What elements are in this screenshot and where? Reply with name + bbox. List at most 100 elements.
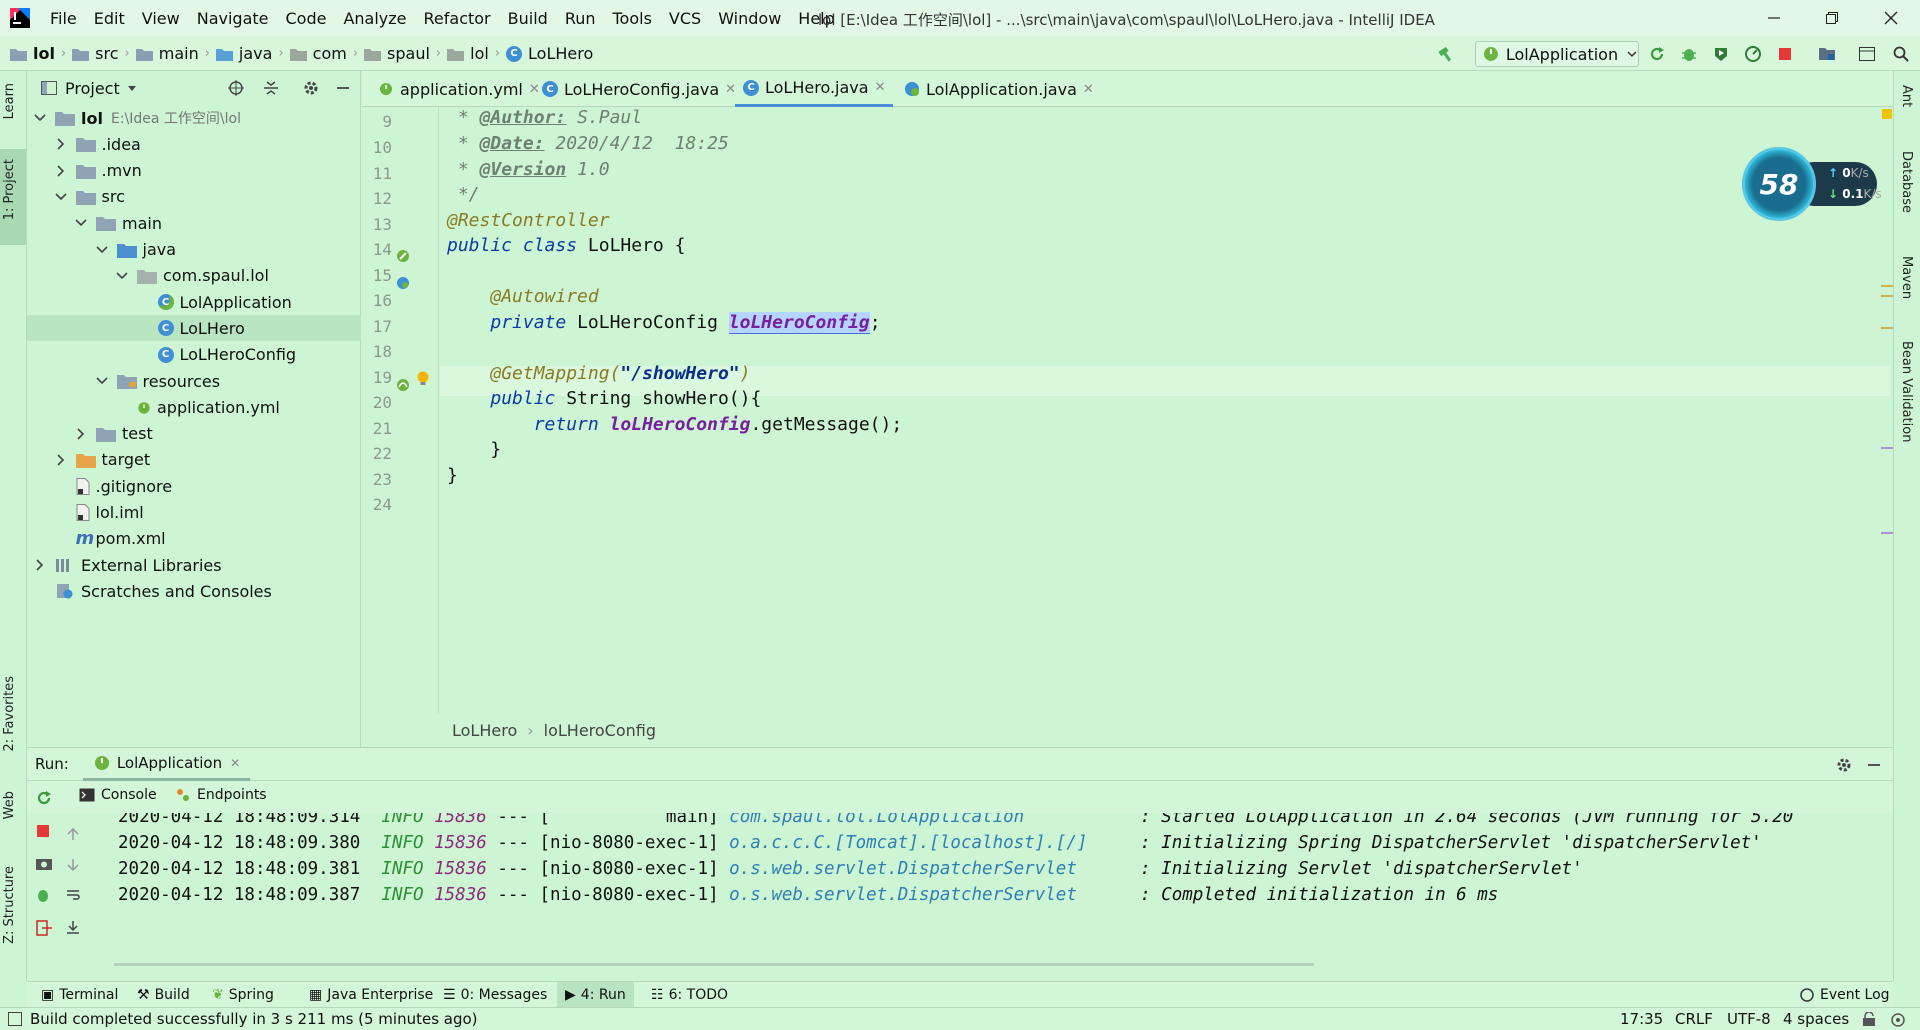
crumb-src[interactable]: src ›: [72, 36, 136, 71]
chevron-down-icon[interactable]: [54, 190, 68, 204]
tool-tab-spring[interactable]: ❦ Spring: [212, 982, 274, 1008]
crumb-java[interactable]: java ›: [215, 36, 290, 71]
profiler-icon[interactable]: [1744, 45, 1762, 63]
scroll-to-end-icon[interactable]: [65, 919, 81, 935]
tool-tab-terminal[interactable]: ▣ Terminal: [41, 982, 118, 1008]
tree-item[interactable]: C LolApplication: [27, 289, 361, 315]
chevron-down-icon[interactable]: [115, 269, 129, 283]
chevron-right-icon[interactable]: [54, 137, 68, 151]
tree-item[interactable]: resources: [27, 368, 361, 394]
console-horizontal-scrollbar[interactable]: [114, 963, 1314, 966]
tool-tab-bean-validation[interactable]: Bean Validation: [1899, 341, 1914, 442]
minimize-button[interactable]: [1745, 0, 1803, 36]
exit-icon[interactable]: [35, 919, 53, 937]
project-view-label[interactable]: Project: [65, 79, 120, 98]
build-hammer-icon[interactable]: [1437, 45, 1455, 63]
tool-tab-learn[interactable]: Learn: [2, 83, 17, 119]
tree-item[interactable]: application.yml: [27, 394, 361, 420]
menu-refactor[interactable]: Refactor: [424, 9, 491, 28]
menu-edit[interactable]: Edit: [94, 9, 125, 28]
camera-icon[interactable]: [35, 855, 53, 871]
tool-tab-structure[interactable]: Z: Structure: [2, 866, 17, 944]
menu-analyze[interactable]: Analyze: [343, 9, 406, 28]
console-tab[interactable]: Console: [79, 787, 157, 803]
menu-build[interactable]: Build: [508, 9, 548, 28]
scroll-down-icon[interactable]: [65, 857, 81, 873]
tree-item[interactable]: test: [27, 421, 361, 447]
tool-tab-build[interactable]: ⚒ Build: [137, 982, 190, 1008]
tree-item[interactable]: target: [27, 447, 361, 473]
code-editor[interactable]: 9 10 11 12 13 14 15 16 17 18 19 20 21 22…: [362, 107, 1893, 714]
terminal-window-icon[interactable]: [1858, 45, 1876, 63]
line-separator[interactable]: CRLF: [1675, 1010, 1713, 1028]
chevron-right-icon[interactable]: [54, 453, 68, 467]
caret-position[interactable]: 17:35: [1620, 1010, 1663, 1028]
tab-lolhero[interactable]: C LoLHero.java ✕: [735, 71, 894, 107]
tree-item[interactable]: lol.iml: [27, 500, 361, 526]
tool-tab-event-log[interactable]: Event Log: [1799, 982, 1890, 1008]
tool-tab-project[interactable]: 1: Project: [2, 159, 17, 220]
menu-run[interactable]: Run: [565, 9, 596, 28]
run-config-tab[interactable]: LolApplication ✕: [82, 747, 251, 781]
autowired-gutter-icon[interactable]: [395, 377, 411, 393]
close-tab-icon[interactable]: ✕: [875, 80, 886, 95]
menu-view[interactable]: View: [142, 9, 180, 28]
search-icon[interactable]: [1892, 45, 1910, 63]
lock-icon[interactable]: [1862, 1012, 1876, 1027]
tool-tab-maven[interactable]: Maven: [1899, 256, 1914, 299]
highlighted-field[interactable]: loLHeroConfig: [728, 312, 870, 334]
tree-item[interactable]: .gitignore: [27, 473, 361, 499]
inspector-icon[interactable]: [1890, 1012, 1906, 1027]
tree-item[interactable]: lol E:\Idea 工作空间\lol: [27, 105, 361, 131]
run-console-output[interactable]: 2020-04-12 18:48:09.314 INFO 15836 --- […: [100, 813, 1893, 966]
close-window-button[interactable]: [1862, 0, 1920, 36]
menu-code[interactable]: Code: [286, 9, 327, 28]
editor-scrollbar[interactable]: [1881, 107, 1893, 714]
crumb-main[interactable]: main ›: [135, 36, 216, 71]
tool-tab-java-enterprise[interactable]: ▦ Java Enterprise: [309, 982, 433, 1008]
chevron-right-icon[interactable]: [74, 427, 88, 441]
tree-item[interactable]: java: [27, 237, 361, 263]
debug-bug-icon[interactable]: [1680, 45, 1698, 63]
inspection-warning-marker[interactable]: [1882, 109, 1892, 119]
chevron-down-icon[interactable]: [33, 111, 47, 125]
tree-item[interactable]: com.spaul.lol: [27, 263, 361, 289]
crumb-lol-pkg[interactable]: lol ›: [447, 36, 506, 71]
coverage-icon[interactable]: [1712, 45, 1730, 63]
tool-tab-database[interactable]: Database: [1899, 151, 1914, 213]
spring-bean-gutter-icon[interactable]: [395, 248, 411, 264]
collapse-all-icon[interactable]: [262, 79, 280, 97]
tab-lolapplication[interactable]: LolApplication.java ✕: [896, 71, 1102, 107]
status-checkbox-icon[interactable]: [8, 1012, 22, 1026]
tree-item[interactable]: m pom.xml: [27, 526, 361, 552]
breadcrumb-field[interactable]: loLHeroConfig: [544, 721, 656, 740]
stop-icon[interactable]: [1776, 45, 1794, 63]
tree-item[interactable]: .idea: [27, 131, 361, 157]
chevron-down-icon[interactable]: [95, 243, 109, 257]
locate-file-icon[interactable]: [227, 79, 245, 97]
scroll-up-icon[interactable]: [65, 826, 81, 842]
menu-window[interactable]: Window: [718, 9, 781, 28]
file-encoding[interactable]: UTF-8: [1727, 1010, 1771, 1028]
gear-icon[interactable]: [302, 79, 320, 97]
tool-tab-project-active[interactable]: 1: Project: [0, 149, 26, 245]
chevron-down-icon[interactable]: [95, 374, 109, 388]
gear-icon[interactable]: [1835, 756, 1853, 774]
tool-tab-messages[interactable]: ☰ 0: Messages: [443, 982, 547, 1008]
soft-wrap-icon[interactable]: [65, 887, 81, 903]
hide-panel-icon[interactable]: [334, 79, 352, 97]
tree-item[interactable]: main: [27, 210, 361, 236]
chevron-down-icon[interactable]: [74, 216, 88, 230]
restore-button[interactable]: [1803, 0, 1861, 36]
crumb-com[interactable]: com ›: [289, 36, 364, 71]
spring-bean-gutter-icon[interactable]: [395, 275, 411, 291]
breadcrumb-class[interactable]: LoLHero: [452, 721, 517, 740]
tool-tab-favorites[interactable]: 2: Favorites: [2, 676, 17, 752]
tool-tab-ant[interactable]: Ant: [1899, 85, 1914, 107]
tree-item[interactable]: Scratches and Consoles: [27, 578, 361, 604]
tree-item[interactable]: src: [27, 184, 361, 210]
rerun-icon[interactable]: [1648, 45, 1666, 63]
tree-item[interactable]: External Libraries: [27, 552, 361, 578]
endpoints-tab[interactable]: Endpoints: [175, 787, 267, 803]
crumb-lol[interactable]: lol ›: [10, 36, 72, 71]
